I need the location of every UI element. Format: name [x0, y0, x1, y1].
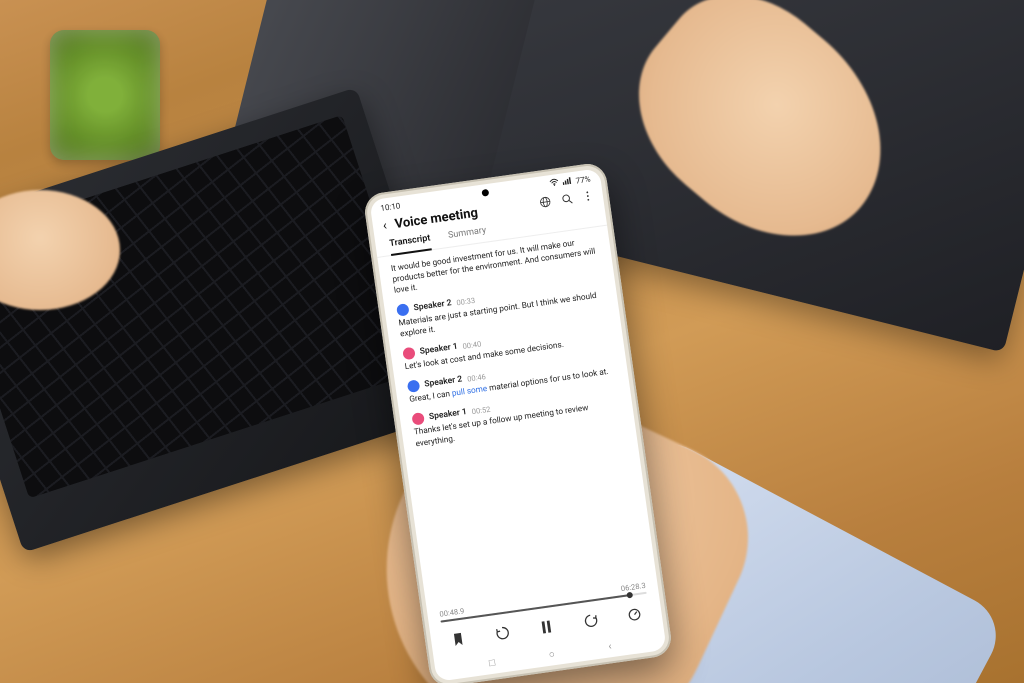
language-icon[interactable]	[538, 195, 552, 212]
avatar-icon	[402, 347, 416, 361]
avatar-icon	[411, 412, 425, 426]
more-icon[interactable]	[582, 189, 594, 205]
bookmark-button[interactable]	[448, 629, 468, 649]
tab-transcript[interactable]: Transcript	[388, 229, 432, 255]
search-icon[interactable]	[560, 192, 574, 209]
nav-recents[interactable]: □	[488, 657, 496, 669]
status-time: 10:10	[380, 201, 401, 213]
pause-button[interactable]	[536, 617, 556, 637]
entry-timestamp: 00:40	[462, 339, 482, 351]
entry-timestamp: 00:52	[471, 405, 491, 417]
transcript-list[interactable]: It would be good investment for us. It w…	[377, 226, 635, 460]
avatar-icon	[407, 380, 421, 394]
entry-timestamp: 00:46	[467, 372, 487, 384]
rewind-button[interactable]	[492, 623, 512, 643]
seek-knob[interactable]	[627, 592, 634, 599]
battery-text: 77%	[575, 174, 591, 185]
nav-back[interactable]: ‹	[608, 641, 613, 652]
wifi-icon	[549, 178, 559, 189]
entry-timestamp: 00:33	[456, 296, 476, 308]
nav-home[interactable]: ○	[548, 649, 556, 661]
avatar-icon	[396, 303, 410, 317]
photo-background: 10:10 77% ‹ Voice meeting	[0, 0, 1024, 683]
signal-icon	[562, 176, 572, 187]
back-button[interactable]: ‹	[382, 219, 388, 232]
speed-button[interactable]	[624, 604, 644, 624]
glass-prop	[50, 30, 160, 160]
forward-button[interactable]	[580, 611, 600, 631]
